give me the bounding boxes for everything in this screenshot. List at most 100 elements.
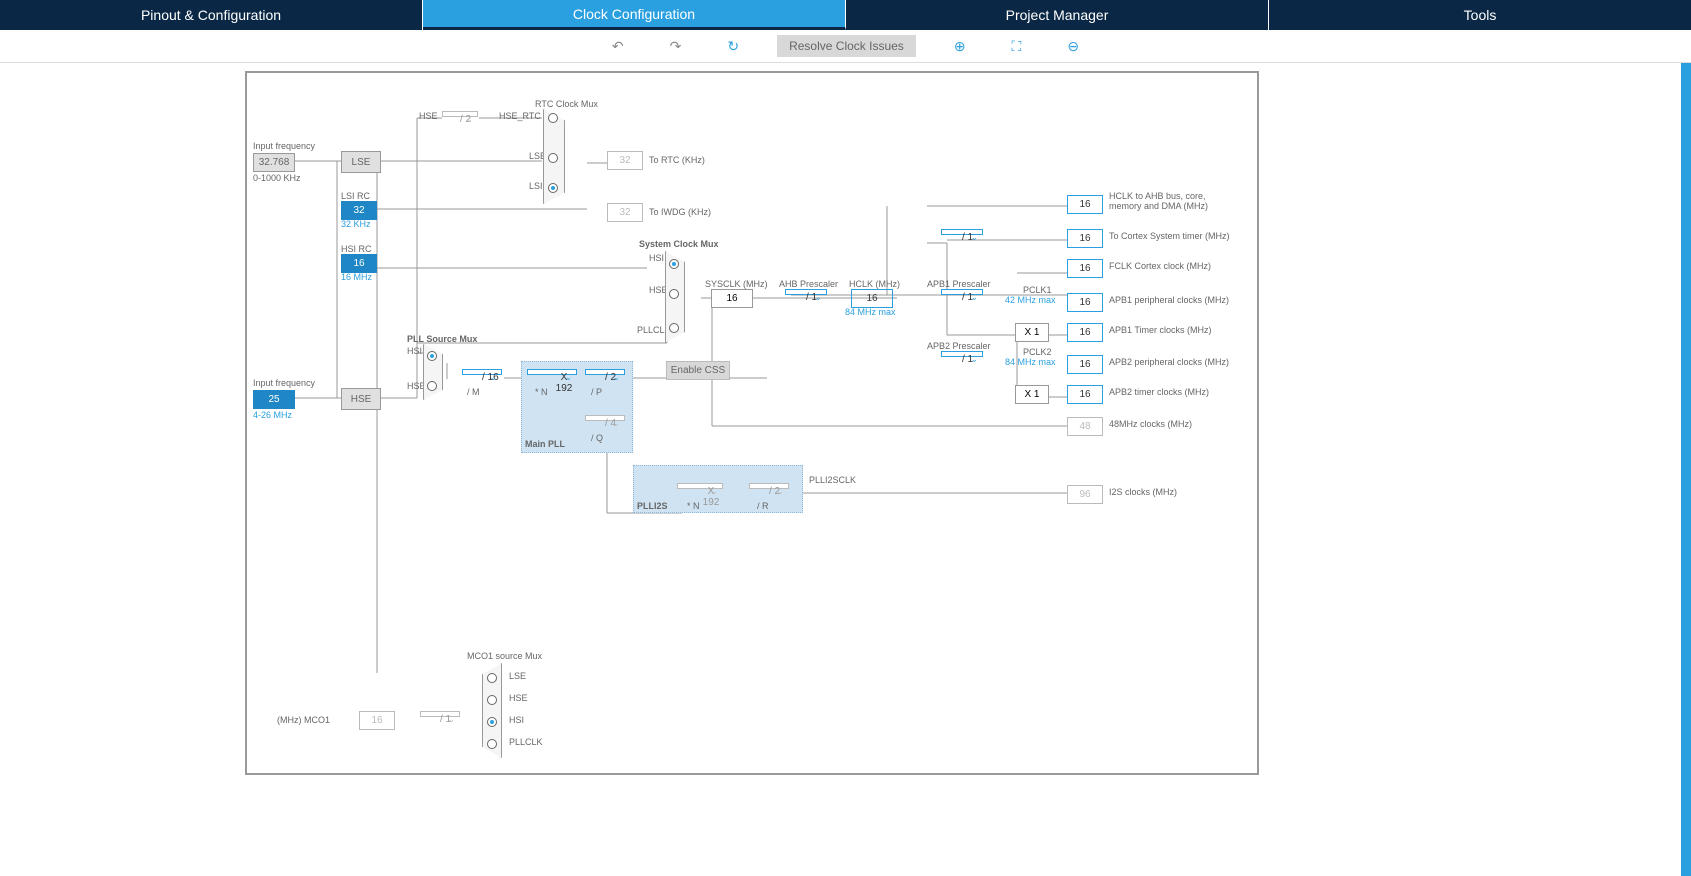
hsi-value: 16 [341,254,377,273]
plli2s-title: PLLI2S [637,501,668,511]
apb2-max: 84 MHz max [1005,357,1056,367]
rtc-radio-hse[interactable] [548,113,558,123]
zoom-in-icon[interactable]: ⊕ [946,36,974,57]
pll-p-select[interactable]: / 2⌄ [585,369,625,375]
out-fclk-value[interactable]: 16 [1067,259,1103,278]
apb1-select[interactable]: / 1⌄ [941,289,983,295]
tab-pinout[interactable]: Pinout & Configuration [0,0,423,30]
apb2-label: APB2 Prescaler [927,341,991,351]
sysclk-label: SYSCLK (MHz) [705,279,768,289]
out-hclk-ahb-label: HCLK to AHB bus, core, memory and DMA (M… [1109,191,1239,211]
mco-hse: HSE [509,693,528,703]
apb2-tim-mult: X 1 [1015,385,1049,404]
sysmux-hse: HSE [649,285,668,295]
clock-diagram: Input frequency 32.768 0-1000 KHz LSE In… [245,71,1259,775]
tab-clock[interactable]: Clock Configuration [423,0,846,30]
mco-value: 16 [359,711,395,730]
resolve-clock-button[interactable]: Resolve Clock Issues [777,35,916,57]
pllsrc-title: PLL Source Mux [407,334,477,344]
hclk-label: HCLK (MHz) [849,279,900,289]
sysclk-value: 16 [711,289,753,308]
rtc-mux-title: RTC Clock Mux [535,99,598,109]
lse-box: LSE [341,151,381,173]
sysmux-radio-hsi[interactable] [669,259,679,269]
plli2s-n-select[interactable]: X 192⌄ [677,483,723,489]
hsi-note: 16 MHz [341,272,372,282]
lse-freq-label: Input frequency [253,141,315,151]
out-fclk-label: FCLK Cortex clock (MHz) [1109,261,1211,271]
lsi-value: 32 [341,201,377,220]
mco-radio-hse[interactable] [487,695,497,705]
out-48m-label: 48MHz clocks (MHz) [1109,419,1192,429]
pllsrc-hsi: HSI [407,346,422,356]
iwdg-out-label: To IWDG (KHz) [649,207,711,217]
zoom-out-icon[interactable]: ⊖ [1059,36,1087,57]
hse-freq-label: Input frequency [253,378,315,388]
undo-icon[interactable]: ↶ [604,36,632,57]
out-apb2p-value[interactable]: 16 [1067,355,1103,374]
rtc-radio-lse[interactable] [548,153,558,163]
out-i2s-label: I2S clocks (MHz) [1109,487,1177,497]
out-apb1p-value[interactable]: 16 [1067,293,1103,312]
pll-n-label: * N [535,387,548,397]
lsi-note: 32 KHz [341,219,371,229]
out-apb2t-label: APB2 timer clocks (MHz) [1109,387,1209,397]
pclk1-label: PCLK1 [1023,285,1052,295]
rtc-out-value: 32 [607,151,643,170]
plli2s-n-label: * N [687,501,700,511]
lse-freq-value[interactable]: 32.768 [253,153,295,172]
mco-radio-lse[interactable] [487,673,497,683]
sysmux-radio-pllclk[interactable] [669,323,679,333]
enable-css-button[interactable]: Enable CSS [666,361,730,380]
pll-m-select[interactable]: / 16⌄ [462,369,502,375]
plli2s-r-select[interactable]: / 2⌄ [749,483,789,489]
pllsrc-radio-hsi[interactable] [427,351,437,361]
pll-n-select[interactable]: X 192⌄ [527,369,577,375]
iwdg-out-value: 32 [607,203,643,222]
mco-radio-pllclk[interactable] [487,739,497,749]
ahb-select[interactable]: / 1⌄ [785,289,827,295]
tab-project[interactable]: Project Manager [846,0,1269,30]
out-apb2t-value[interactable]: 16 [1067,385,1103,404]
zoom-fit-icon[interactable]: ⛶ [1004,36,1030,57]
rtc-radio-lsi[interactable] [548,183,558,193]
mco-hsi: HSI [509,715,524,725]
pllsrc-radio-hse[interactable] [427,381,437,391]
out-48m-value: 48 [1067,417,1103,436]
apb1-max: 42 MHz max [1005,295,1056,305]
mco-div-select[interactable]: / 1⌄ [420,711,460,717]
mco-label: (MHz) MCO1 [277,715,330,725]
tab-tools[interactable]: Tools [1269,0,1691,30]
hse-box: HSE [341,388,381,410]
redo-icon[interactable]: ↷ [662,36,690,57]
scrollbar[interactable] [1681,63,1691,876]
rtc-hse-label: HSE [419,111,438,121]
ahb-label: AHB Prescaler [779,279,838,289]
out-apb2p-label: APB2 peripheral clocks (MHz) [1109,357,1229,367]
out-i2s-value: 96 [1067,485,1103,504]
mco-radio-hsi[interactable] [487,717,497,727]
pll-q-label: / Q [591,433,603,443]
apb2-select[interactable]: / 1⌄ [941,351,983,357]
pllsrc-hse: HSE [407,381,426,391]
toolbar: ↶ ↷ ↻ Resolve Clock Issues ⊕ ⛶ ⊖ [0,30,1691,63]
out-systick-value[interactable]: 16 [1067,229,1103,248]
out-apb1p-label: APB1 peripheral clocks (MHz) [1109,295,1229,305]
main-pll-title: Main PLL [525,439,565,449]
out-apb1t-value[interactable]: 16 [1067,323,1103,342]
rtc-lsi-label: LSI [529,181,543,191]
pll-m-label: / M [467,387,480,397]
pll-q-select[interactable]: / 4⌄ [585,415,625,421]
plli2s-r-label: / R [757,501,769,511]
sysmux-radio-hse[interactable] [669,289,679,299]
apb1-label: APB1 Prescaler [927,279,991,289]
pll-p-label: / P [591,387,602,397]
reset-icon[interactable]: ↻ [719,36,747,57]
systick-select[interactable]: / 1⌄ [941,229,983,235]
rtc-hse-div[interactable]: / 2⌄ [442,111,478,117]
pclk2-label: PCLK2 [1023,347,1052,357]
hse-freq-value[interactable]: 25 [253,390,295,409]
out-hclk-ahb-value[interactable]: 16 [1067,195,1103,214]
hsi-label: HSI RC [341,244,372,254]
hclk-value[interactable]: 16 [851,289,893,308]
